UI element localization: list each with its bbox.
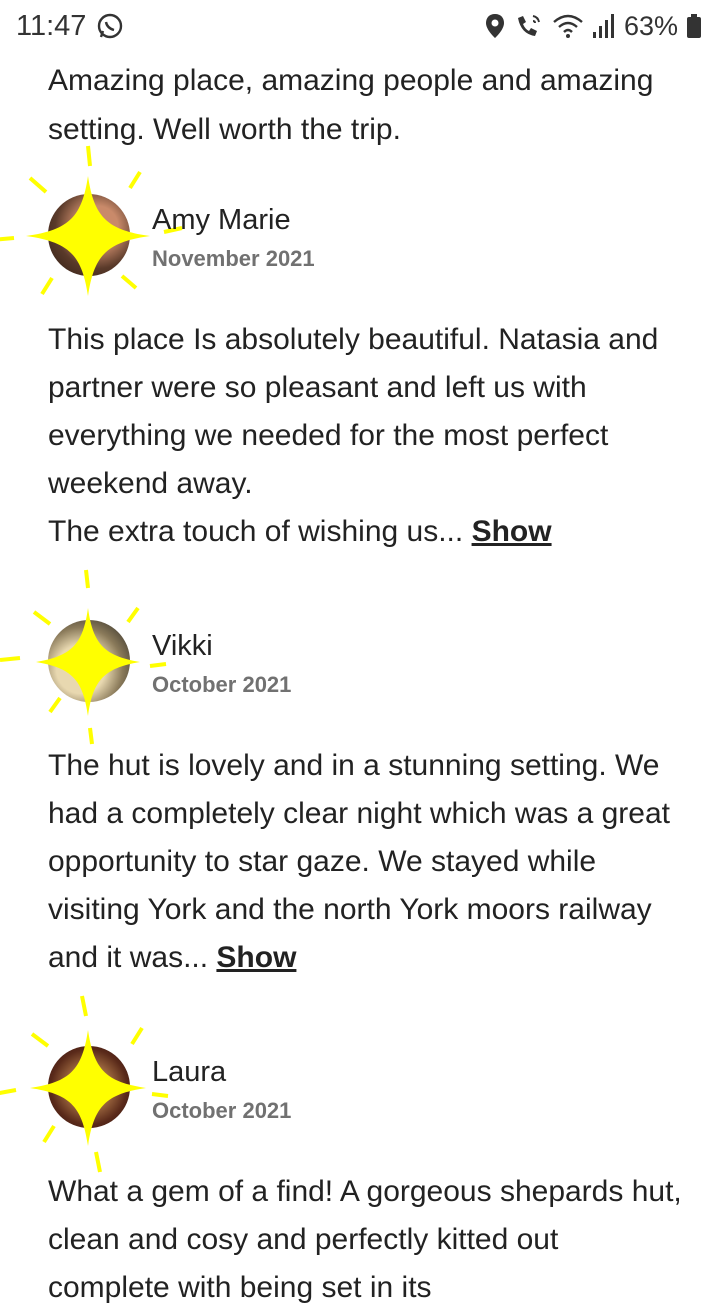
review-text: What a gem of a find! A gorgeous shepard… xyxy=(48,1168,688,1312)
battery-percent: 63% xyxy=(623,10,678,41)
avatar[interactable] xyxy=(0,995,169,1173)
review-date: October 2021 xyxy=(152,672,292,697)
review-item: Laura October 2021 What a gem of a find!… xyxy=(0,995,688,1312)
wifi-calling-icon xyxy=(514,12,544,40)
wifi-icon xyxy=(552,12,584,40)
review-text: The hut is lovely and in a stunning sett… xyxy=(48,742,688,982)
avatar[interactable] xyxy=(0,569,167,745)
reviewer-name: Amy Marie xyxy=(152,204,291,236)
review-item: Vikki October 2021 The hut is lovely and… xyxy=(0,569,688,982)
whatsapp-icon xyxy=(96,12,124,40)
review-item: Amy Marie November 2021 This place Is ab… xyxy=(0,145,688,556)
review-text: This place Is absolutely beautiful. Nata… xyxy=(48,316,688,556)
battery-icon xyxy=(686,12,702,40)
status-bar: 11:47 63% xyxy=(0,0,720,52)
review-body: What a gem of a find! A gorgeous shepard… xyxy=(48,1175,682,1304)
avatar[interactable] xyxy=(0,145,183,296)
reviewer-header: Amy Marie November 2021 xyxy=(0,145,688,302)
reviewer-header: Vikki October 2021 xyxy=(0,569,688,745)
location-icon xyxy=(484,12,506,40)
show-more-link[interactable]: Show xyxy=(216,941,296,974)
signal-icon xyxy=(592,12,616,40)
reviews-list: Amazing place, amazing people and amazin… xyxy=(0,56,688,1312)
reviewer-header: Laura October 2021 xyxy=(0,995,688,1173)
review-date: November 2021 xyxy=(152,246,315,271)
review-text: Amazing place, amazing people and amazin… xyxy=(48,64,654,146)
clock: 11:47 xyxy=(16,9,87,42)
review-date: October 2021 xyxy=(152,1098,292,1123)
review-body: The hut is lovely and in a stunning sett… xyxy=(48,749,671,974)
reviewer-name: Vikki xyxy=(152,630,213,662)
review-body: This place Is absolutely beautiful. Nata… xyxy=(48,323,659,500)
reviewer-name: Laura xyxy=(152,1056,227,1088)
show-more-link[interactable]: Show xyxy=(472,515,552,548)
review-body-continued: The extra touch of wishing us... xyxy=(48,515,464,548)
